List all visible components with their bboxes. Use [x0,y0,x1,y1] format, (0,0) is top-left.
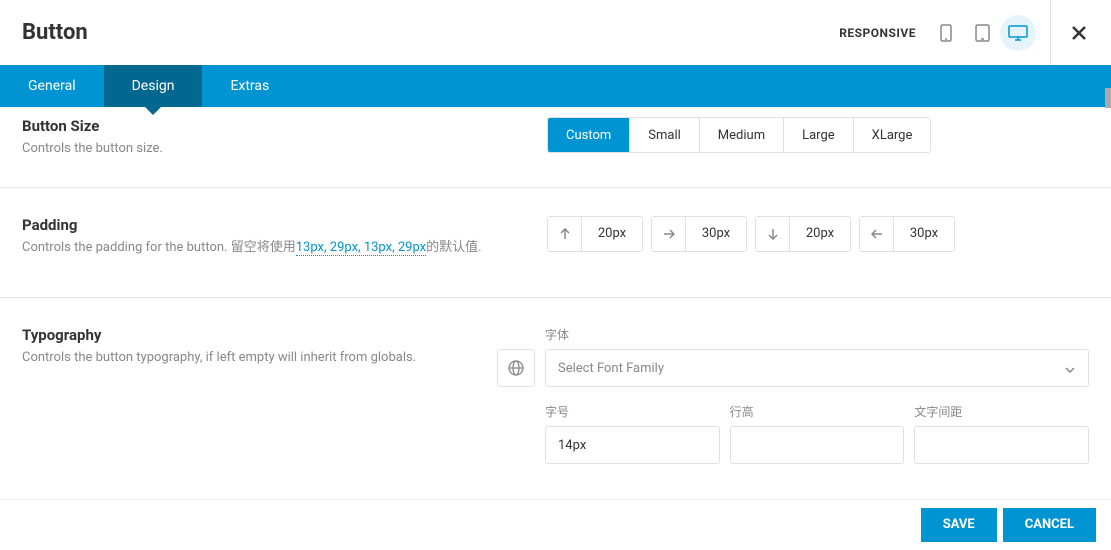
padding-default-link[interactable]: 13px, 29px, 13px, 29px [296,240,426,256]
size-xlarge-button[interactable]: XLarge [854,118,931,152]
header-divider [1050,0,1051,65]
font-size-input[interactable] [545,426,720,464]
typography-title: Typography [22,326,497,344]
header-right: RESPONSIVE [839,0,1089,65]
page-title: Button [22,20,88,45]
line-height-label: 行高 [730,403,905,420]
padding-left-value: 30px [894,217,954,251]
padding-bottom-value: 20px [790,217,850,251]
letter-spacing-label: 文字间距 [914,403,1089,420]
line-height-input[interactable] [730,426,905,464]
mobile-icon[interactable] [928,15,964,51]
desktop-icon[interactable] [1000,15,1036,51]
font-family-label: 字体 [545,326,1089,343]
typography-desc: Controls the button typography, if left … [22,348,497,368]
content-area: Button Size Controls the button size. Cu… [0,107,1111,499]
close-button[interactable] [1069,23,1089,43]
font-family-placeholder: Select Font Family [558,361,664,376]
save-button[interactable]: SAVE [921,508,997,542]
typography-row-details: 字号 行高 文字间距 [497,403,1089,464]
tabs: General Design Extras [0,65,1111,107]
header: Button RESPONSIVE [0,0,1111,65]
font-family-select[interactable]: Select Font Family [545,349,1089,387]
size-small-button[interactable]: Small [630,118,700,152]
font-family-field: 字体 Select Font Family [545,326,1089,387]
cancel-button[interactable]: CANCEL [1003,508,1096,542]
line-height-field: 行高 [730,403,905,464]
tablet-icon[interactable] [964,15,1000,51]
padding-top-value: 20px [582,217,642,251]
typography-row-font: 字体 Select Font Family [497,326,1089,387]
padding-left-input[interactable]: 30px [859,216,955,252]
footer: SAVE CANCEL [0,499,1111,549]
scrollbar[interactable] [1105,88,1111,108]
button-size-desc: Controls the button size. [22,139,547,159]
padding-desc-pre: Controls the padding for the button. 留空将… [22,240,296,255]
button-size-options: Custom Small Medium Large XLarge [547,117,931,153]
tab-general[interactable]: General [0,65,104,107]
chevron-down-icon [1064,359,1076,378]
padding-right-value: 30px [686,217,746,251]
tab-extras[interactable]: Extras [202,65,297,107]
padding-desc: Controls the padding for the button. 留空将… [22,238,547,258]
padding-title: Padding [22,216,547,234]
padding-inputs: 20px 30px 20px 30px [547,216,955,258]
padding-top-input[interactable]: 20px [547,216,643,252]
font-size-field: 字号 [545,403,720,464]
globe-button[interactable] [497,349,535,387]
section-padding: Padding Controls the padding for the but… [0,188,1111,299]
size-medium-button[interactable]: Medium [700,118,784,152]
arrow-up-icon [548,217,582,251]
arrow-left-icon [860,217,894,251]
padding-bottom-input[interactable]: 20px [755,216,851,252]
tab-design[interactable]: Design [104,65,203,107]
letter-spacing-field: 文字间距 [914,403,1089,464]
padding-right-input[interactable]: 30px [651,216,747,252]
section-typography: Typography Controls the button typograph… [0,298,1111,492]
font-size-label: 字号 [545,403,720,420]
arrow-down-icon [756,217,790,251]
letter-spacing-input[interactable] [914,426,1089,464]
padding-desc-post: 的默认值. [426,240,481,255]
section-button-size: Button Size Controls the button size. Cu… [0,107,1111,188]
button-size-title: Button Size [22,117,547,135]
size-custom-button[interactable]: Custom [548,118,630,152]
arrow-right-icon [652,217,686,251]
size-large-button[interactable]: Large [784,118,854,152]
responsive-label: RESPONSIVE [839,26,916,40]
